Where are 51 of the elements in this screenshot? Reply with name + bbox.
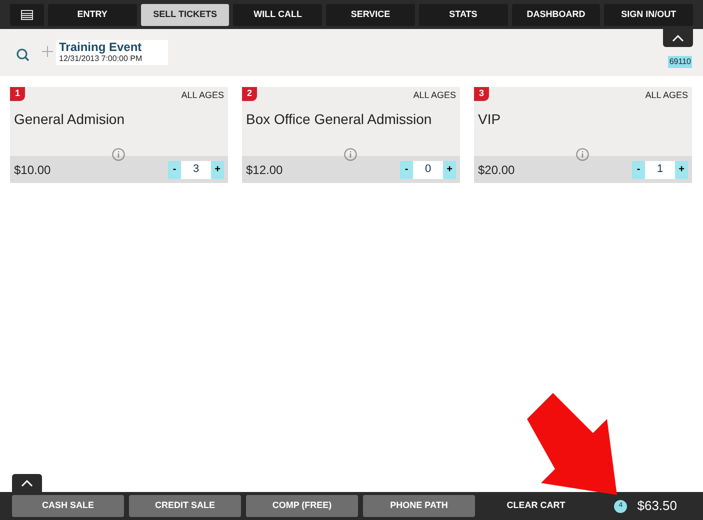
ticket-name: VIP <box>478 110 501 126</box>
decrease-button[interactable]: - <box>168 160 181 178</box>
event-code: 69110 <box>668 56 692 68</box>
price: $20.00 <box>478 162 515 178</box>
nav-tab[interactable]: ENTRY <box>48 4 137 26</box>
ticket-name: General Admision <box>14 110 125 126</box>
price: $10.00 <box>14 162 51 178</box>
footer-button[interactable]: CASH SALE <box>12 495 124 517</box>
increase-button[interactable]: + <box>675 160 688 178</box>
nav-tab[interactable]: SELL TICKETS <box>140 4 230 26</box>
nav-tab[interactable]: SERVICE <box>326 4 415 26</box>
search-icon[interactable] <box>16 48 30 62</box>
nav-tab[interactable]: SIGN IN/OUT <box>604 4 694 26</box>
ticket-number-badge: 1 <box>10 87 25 101</box>
quantity-field[interactable]: 3 <box>181 160 211 178</box>
decrease-button[interactable]: - <box>632 160 645 178</box>
ticket-card[interactable]: 3 ALL AGES VIP $20.00 - 1 + <box>474 87 692 183</box>
footer-button[interactable]: COMP (FREE) <box>246 495 358 517</box>
footer-button[interactable]: PHONE PATH <box>363 495 475 517</box>
ticket-name: Box Office General Admission <box>246 110 432 126</box>
event-date: 12/31/2013 7:00:00 PM <box>59 54 144 64</box>
chevron-up-icon <box>672 34 684 42</box>
info-icon[interactable] <box>344 148 357 161</box>
nav-tab[interactable]: STATS <box>418 4 508 26</box>
event-selector[interactable]: Training Event 12/31/2013 7:00:00 PM <box>56 40 168 65</box>
ticket-card[interactable]: 1 ALL AGES General Admision $10.00 - 3 + <box>10 87 228 183</box>
menu-button[interactable] <box>10 4 44 26</box>
increase-button[interactable]: + <box>443 160 456 178</box>
increase-button[interactable]: + <box>211 160 224 178</box>
price: $12.00 <box>246 162 283 178</box>
menu-icon <box>21 10 33 20</box>
quantity-field[interactable]: 0 <box>413 160 443 178</box>
age-label: ALL AGES <box>413 89 456 102</box>
decrease-button[interactable]: - <box>400 160 413 178</box>
age-label: ALL AGES <box>181 89 224 102</box>
event-title: Training Event <box>59 41 143 54</box>
info-icon[interactable] <box>576 148 589 161</box>
ticket-number-badge: 3 <box>474 87 489 101</box>
nav-tab[interactable]: WILL CALL <box>233 4 322 26</box>
quantity-field[interactable]: 1 <box>645 160 675 178</box>
collapse-button[interactable] <box>663 29 693 47</box>
footer-button[interactable]: CREDIT SALE <box>129 495 241 517</box>
age-label: ALL AGES <box>645 89 688 102</box>
footer-button[interactable]: CLEAR CART <box>480 495 592 517</box>
chevron-up-icon <box>21 480 33 486</box>
ticket-card[interactable]: 2 ALL AGES Box Office General Admission $12.00 - 0 + <box>242 87 460 183</box>
expand-tab[interactable] <box>12 474 42 492</box>
cart-total: $63.50 <box>637 497 677 516</box>
nav-tab[interactable]: DASHBOARD <box>512 4 600 26</box>
info-icon[interactable] <box>112 148 125 161</box>
ticket-number-badge: 2 <box>242 87 257 101</box>
